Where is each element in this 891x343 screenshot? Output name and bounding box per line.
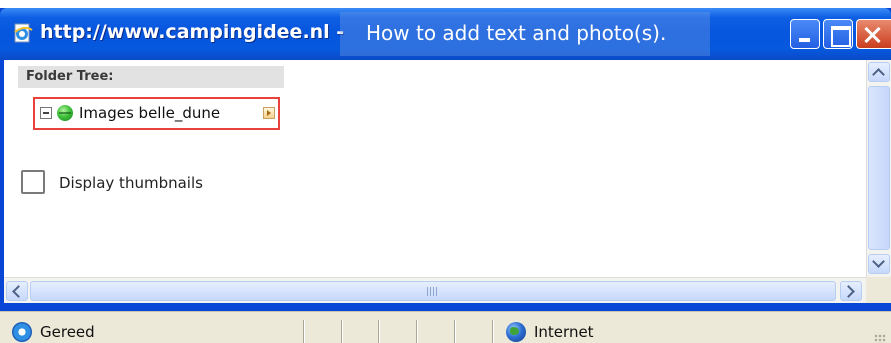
horizontal-scrollbar[interactable] bbox=[4, 277, 866, 303]
scroll-down-button[interactable] bbox=[868, 254, 890, 274]
status-divider bbox=[378, 320, 380, 343]
tutorial-caption-overlay: How to add text and photo(s). bbox=[340, 12, 710, 56]
chevron-right-icon bbox=[842, 285, 855, 298]
folder-tree-header: Folder Tree: bbox=[18, 66, 284, 88]
resize-grip-icon[interactable] bbox=[874, 334, 886, 343]
scrollbar-corner bbox=[866, 277, 891, 303]
status-divider bbox=[341, 320, 343, 343]
maximize-button[interactable] bbox=[823, 19, 853, 49]
green-globe-icon bbox=[57, 105, 73, 121]
tutorial-caption: How to add text and photo(s). bbox=[366, 21, 667, 45]
scroll-left-button[interactable] bbox=[6, 281, 28, 301]
ie-page-icon bbox=[14, 23, 33, 43]
status-text: Gereed bbox=[40, 323, 95, 341]
status-bar: Gereed Internet bbox=[0, 311, 891, 343]
chevron-up-icon bbox=[872, 68, 885, 81]
display-thumbnails-label[interactable]: Display thumbnails bbox=[59, 174, 203, 192]
vertical-scroll-thumb[interactable] bbox=[868, 86, 890, 250]
window-title: http://www.campingidee.nl - bbox=[40, 21, 345, 43]
title-bar[interactable]: http://www.campingidee.nl - How to add t… bbox=[0, 8, 891, 60]
security-zone-label: Internet bbox=[534, 323, 594, 341]
ie-icon bbox=[12, 322, 32, 342]
node-menu-arrow-icon[interactable] bbox=[263, 107, 275, 119]
internet-globe-icon bbox=[506, 322, 526, 342]
folder-tree-title: Folder Tree: bbox=[26, 69, 114, 84]
chevron-down-icon bbox=[872, 255, 885, 268]
status-divider bbox=[303, 320, 305, 343]
tree-node-label[interactable]: Images belle_dune bbox=[79, 104, 220, 122]
grip-icon bbox=[427, 287, 437, 296]
status-divider bbox=[416, 320, 418, 343]
folder-tree-node-highlight: Images belle_dune bbox=[33, 97, 280, 130]
scroll-up-button[interactable] bbox=[868, 62, 890, 82]
status-divider bbox=[454, 320, 456, 343]
scroll-right-button[interactable] bbox=[840, 281, 862, 301]
collapse-icon[interactable] bbox=[40, 107, 52, 119]
content-area: Folder Tree: Images belle_dune Display t… bbox=[4, 60, 891, 277]
display-thumbnails-checkbox[interactable] bbox=[21, 170, 45, 194]
vertical-scrollbar[interactable] bbox=[866, 60, 891, 277]
horizontal-scroll-thumb[interactable] bbox=[30, 281, 836, 301]
chevron-left-icon bbox=[12, 285, 25, 298]
status-divider bbox=[492, 320, 494, 343]
minimize-button[interactable] bbox=[790, 19, 820, 49]
close-button[interactable] bbox=[856, 19, 891, 49]
browser-popup-window: http://www.campingidee.nl - How to add t… bbox=[0, 8, 891, 343]
